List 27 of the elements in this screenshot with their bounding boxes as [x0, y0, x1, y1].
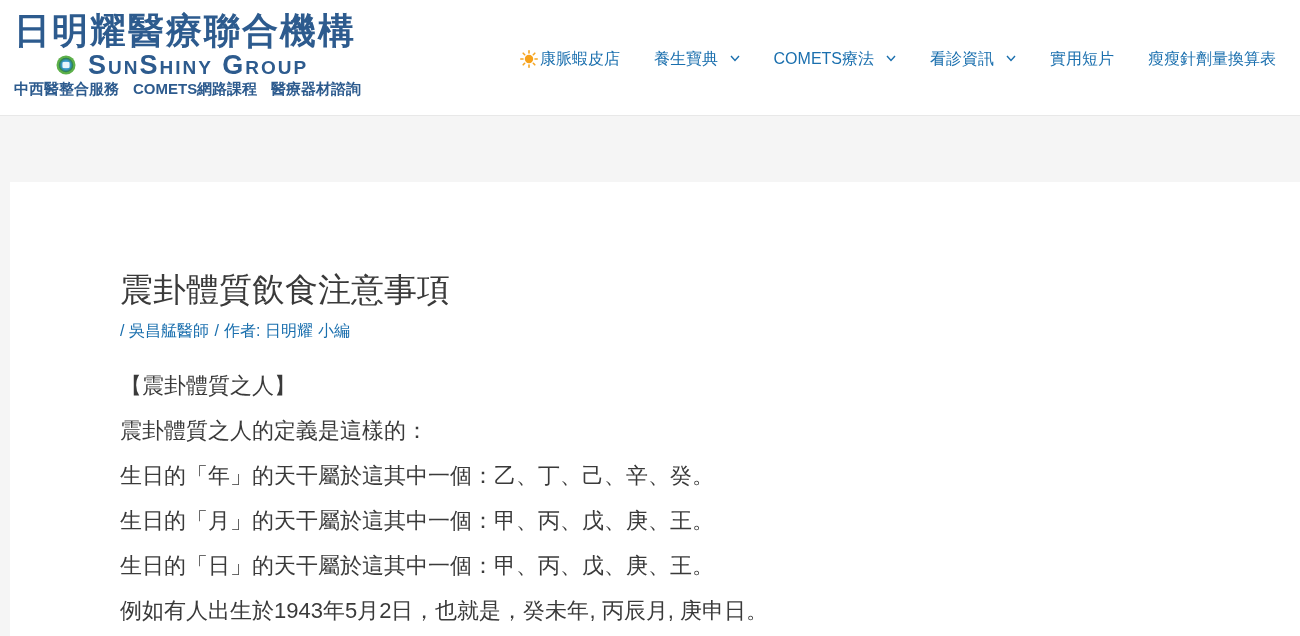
sun-icon — [519, 49, 538, 68]
article-paragraph: 例如有人出生於1943年5月2日，也就是，癸未年, 丙辰月, 庚申日。 — [120, 597, 769, 625]
meta-separator: / — [120, 321, 125, 341]
chevron-down-icon — [729, 55, 740, 62]
article-paragraph: 生日的「日」的天干屬於這其中一個：甲、丙、戊、庚、王。 — [120, 552, 715, 580]
tagline-text: 中西醫整合服務 — [14, 80, 119, 98]
article-paragraph: 震卦體質之人的定義是這樣的： — [120, 417, 429, 445]
article-paragraph: 【震卦體質之人】 — [120, 372, 297, 400]
chevron-down-icon — [886, 55, 896, 62]
meta-label: 作者: — [223, 321, 261, 341]
article-paragraph: 生日的「月」的天干屬於這其中一個：甲、丙、戊、庚、王。 — [120, 507, 715, 535]
nav-dropdown[interactable]: COMETS療法 — [773, 47, 896, 70]
chevron-down-icon — [1006, 55, 1016, 62]
logo-title[interactable]: 日明耀醫療聯合機構 — [14, 11, 356, 51]
nav-dropdown[interactable]: 養生寶典 — [653, 47, 740, 70]
nav-link[interactable]: 瘦瘦針劑量換算表 — [1148, 47, 1276, 70]
globe-logo-icon — [56, 55, 76, 75]
nav-link[interactable]: 實用短片 — [1050, 47, 1114, 70]
meta-link[interactable]: 吳昌艋醫師 — [129, 320, 210, 342]
article-title: 震卦體質飲食注意事項 — [120, 270, 451, 310]
nav-link[interactable]: 康脈蝦皮店 — [519, 47, 620, 70]
meta-link[interactable]: 日明耀 小編 — [265, 320, 350, 342]
article-paragraph: 生日的「年」的天干屬於這其中一個：乙、丁、己、辛、癸。 — [120, 462, 715, 490]
tagline-text: COMETS網路課程 — [133, 80, 258, 98]
nav-dropdown[interactable]: 看診資訊 — [930, 47, 1016, 70]
meta-separator: / — [214, 321, 219, 341]
tagline-text: 醫療器材諮詢 — [271, 80, 362, 98]
